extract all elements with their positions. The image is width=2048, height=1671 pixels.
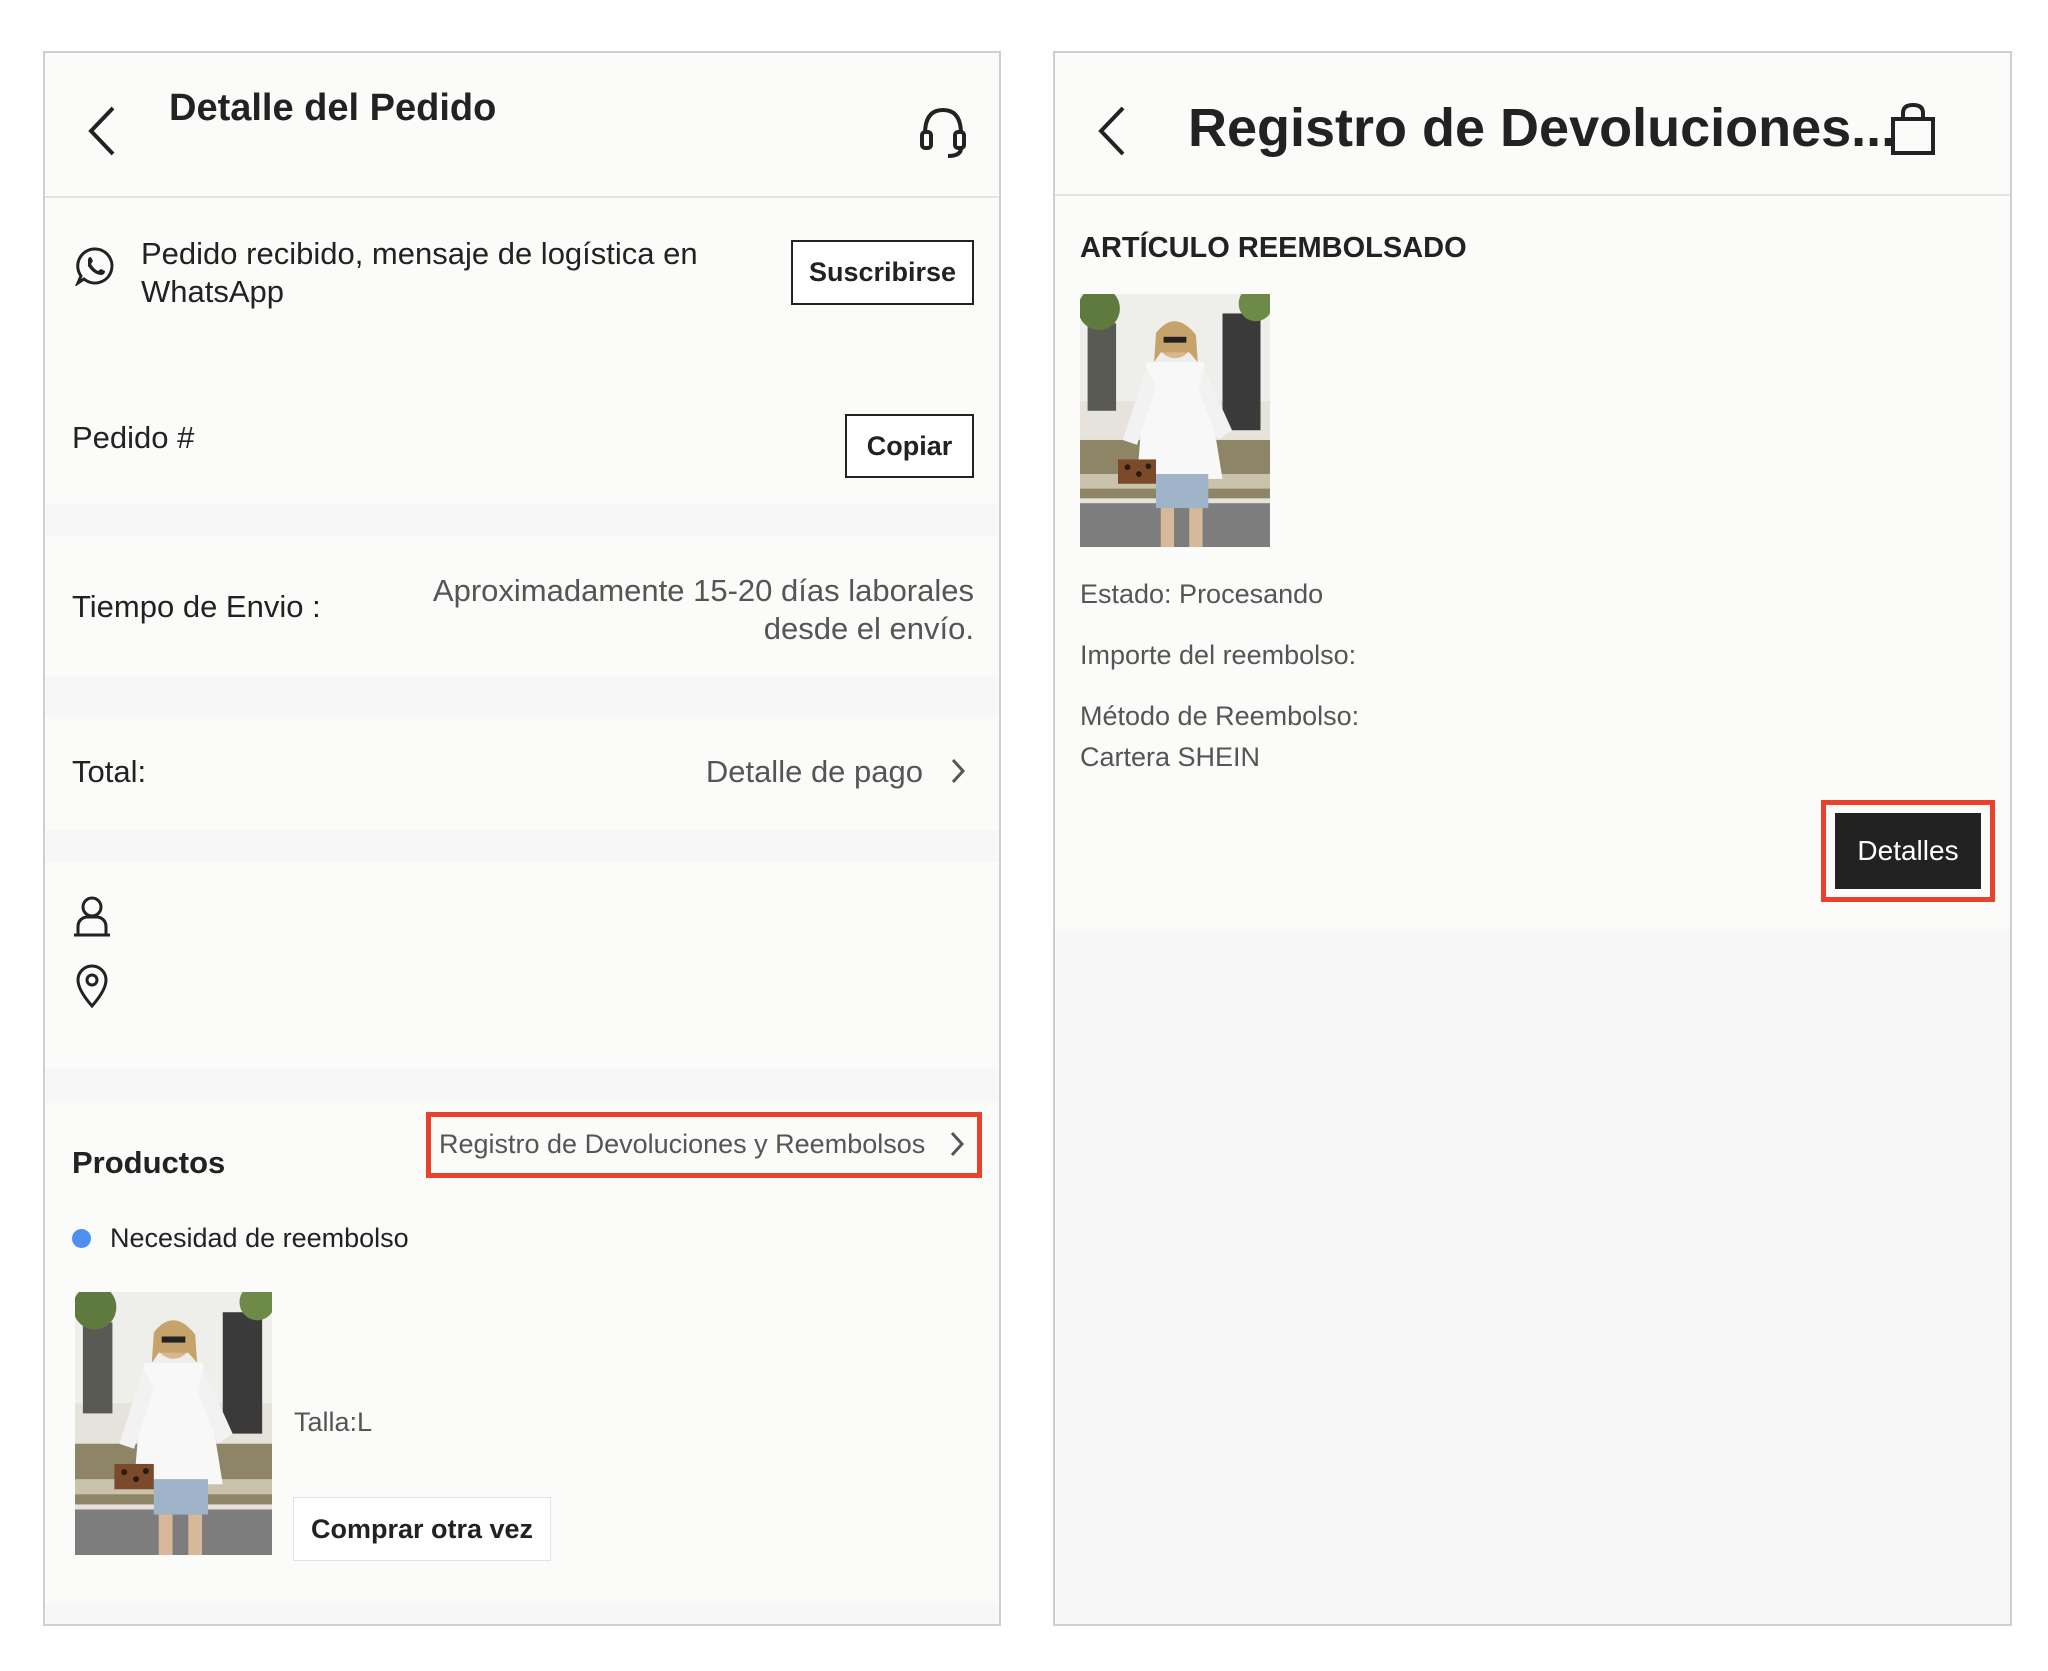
header-bar: Detalle del Pedido xyxy=(45,53,999,198)
refund-status: Necesidad de reembolso xyxy=(110,1223,409,1253)
order-number-label: Pedido # xyxy=(72,420,195,455)
whatsapp-icon xyxy=(75,246,115,286)
chevron-left-icon[interactable] xyxy=(85,104,119,158)
total-section[interactable]: Total: Detalle de pago xyxy=(45,717,999,830)
whatsapp-message: Pedido recibido, mensaje de logística en… xyxy=(141,236,698,309)
shipping-time-label: Tiempo de Envio : xyxy=(72,589,321,624)
copy-button[interactable]: Copiar xyxy=(845,414,974,478)
product-size: Talla:L xyxy=(294,1407,373,1437)
header-bar: Registro de Devoluciones... xyxy=(1055,53,2010,196)
shipping-time-value: Aproximadamente 15-20 días laborales des… xyxy=(432,573,974,646)
total-label: Total: xyxy=(72,754,147,789)
product-image[interactable] xyxy=(75,1292,272,1555)
chevron-left-icon[interactable] xyxy=(1095,104,1129,158)
address-section xyxy=(45,862,999,1068)
refund-status: Estado: Procesando xyxy=(1080,579,1324,609)
refund-method-label: Método de Reembolso: xyxy=(1080,701,1360,731)
whatsapp-section: Pedido recibido, mensaje de logística en… xyxy=(45,198,999,393)
subscribe-button[interactable]: Suscribirse xyxy=(791,240,974,305)
location-pin-icon xyxy=(75,964,109,1008)
refund-amount-label: Importe del reembolso: xyxy=(1080,640,1357,670)
highlight-box xyxy=(426,1112,982,1178)
order-number-section: Pedido # Copiar xyxy=(45,374,999,504)
status-dot xyxy=(72,1229,91,1248)
shipping-time-section: Tiempo de Envio : Aproximadamente 15-20 … xyxy=(45,536,999,676)
product-image[interactable] xyxy=(1080,294,1270,547)
page-title: Detalle del Pedido xyxy=(169,87,497,129)
user-icon xyxy=(72,895,112,937)
refund-method-value: Cartera SHEIN xyxy=(1080,742,1261,772)
payment-detail-link[interactable]: Detalle de pago xyxy=(706,754,923,790)
details-button[interactable]: Detalles xyxy=(1835,813,1981,889)
headset-icon[interactable] xyxy=(918,104,968,160)
chevron-right-icon xyxy=(950,757,966,785)
refunded-item-section: ARTÍCULO REEMBOLSADO Estado: Procesando … xyxy=(1055,196,2010,929)
shopping-bag-icon[interactable] xyxy=(1888,101,1938,157)
products-title: Productos xyxy=(72,1145,226,1180)
products-section: Productos Registro de Devoluciones y Ree… xyxy=(45,1103,999,1603)
order-detail-screen: Detalle del Pedido Pedido recibido, mens… xyxy=(43,51,1001,1626)
section-title: ARTÍCULO REEMBOLSADO xyxy=(1080,232,1467,264)
returns-record-screen: Registro de Devoluciones... ARTÍCULO REE… xyxy=(1053,51,2012,1626)
page-title: Registro de Devoluciones... xyxy=(1188,98,1897,158)
buy-again-button[interactable]: Comprar otra vez xyxy=(293,1497,551,1561)
